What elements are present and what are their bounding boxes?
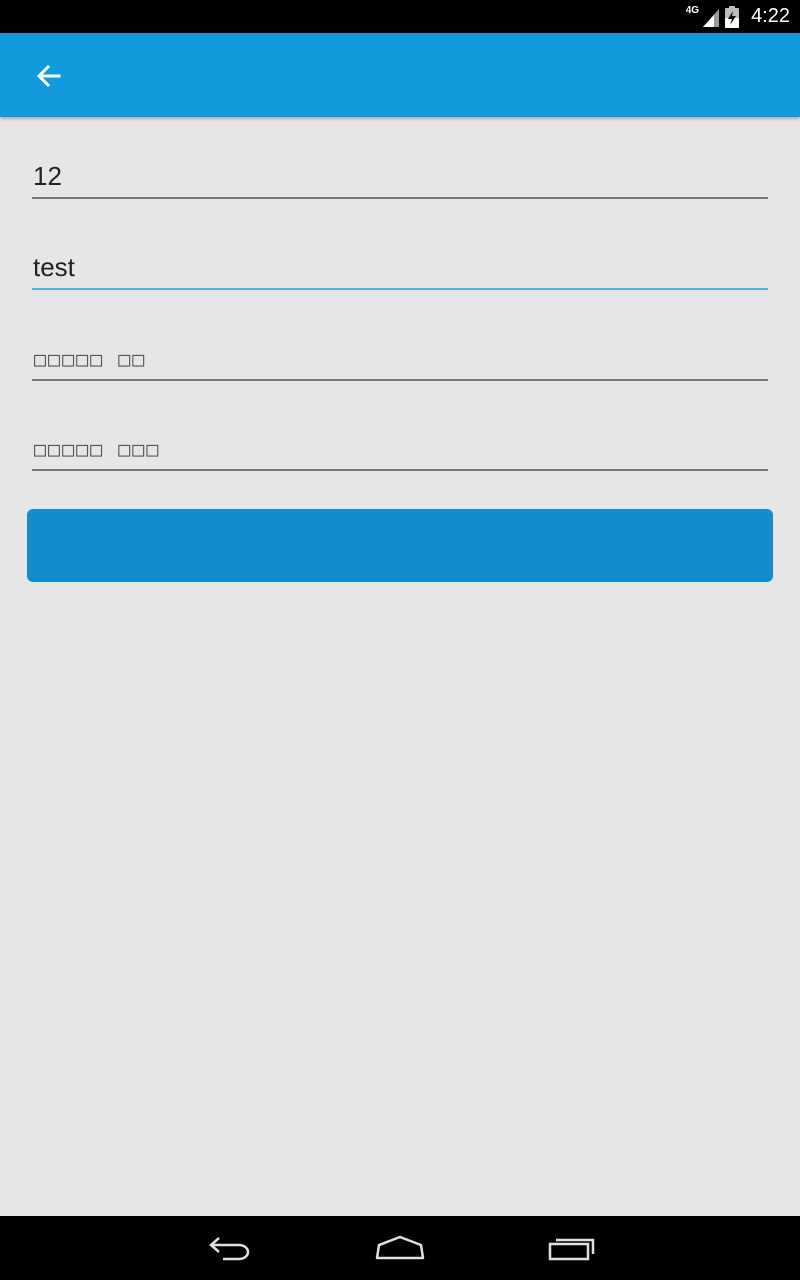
arrow-left-icon: [36, 64, 61, 88]
signal-icon: [703, 8, 720, 27]
field-2[interactable]: test: [32, 242, 768, 290]
battery-charging-icon: [725, 5, 740, 28]
home-icon: [375, 1235, 425, 1260]
recent-apps-icon: [548, 1238, 595, 1261]
nav-recent-apps-button[interactable]: [532, 1226, 612, 1270]
clock: 4:22: [751, 5, 790, 27]
field-1[interactable]: 12: [32, 151, 768, 199]
status-icons: 4G 4:22: [686, 5, 790, 28]
field-3[interactable]: □□□□□ □□: [32, 333, 768, 381]
network-type-label: 4G: [685, 5, 700, 16]
status-bar: 4G 4:22: [0, 0, 800, 33]
nav-bar: [0, 1216, 800, 1280]
screen: 4G 4:22 12 test □□□□□ □□ □□□□□ □□□: [0, 0, 800, 1280]
field-4[interactable]: □□□□□ □□□: [32, 423, 768, 471]
field-1-value: 12: [33, 161, 62, 191]
app-bar: [0, 33, 800, 117]
submit-button[interactable]: [27, 509, 773, 582]
nav-back-button[interactable]: [190, 1226, 270, 1270]
field-4-placeholder: □□□□□ □□□: [34, 437, 161, 461]
back-button[interactable]: [26, 53, 72, 99]
field-2-value: test: [33, 252, 75, 282]
nav-home-button[interactable]: [360, 1226, 440, 1270]
field-3-placeholder: □□□□□ □□: [34, 347, 147, 371]
back-icon: [209, 1237, 250, 1261]
